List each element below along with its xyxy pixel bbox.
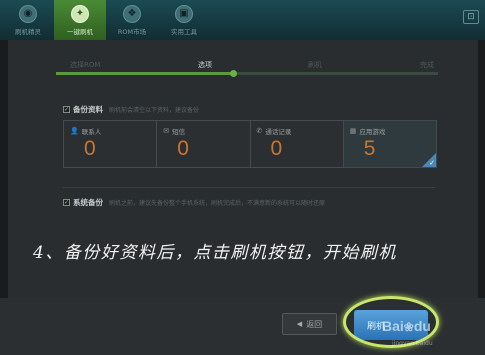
step-flash: 刷机 xyxy=(308,61,322,69)
backup-cards: 👤 联系人 0 ✉ 短信 0 ✆ 通话记录 0 ▦ 应用游戏 5 ✓ xyxy=(63,120,437,168)
card-count: 0 xyxy=(177,137,189,160)
tool-label: 一键刷机 xyxy=(67,28,93,36)
card-count: 0 xyxy=(84,137,96,160)
card-call-log[interactable]: ✆ 通话记录 0 xyxy=(251,121,344,167)
call-log-icon: ✆ xyxy=(256,127,263,135)
card-sms[interactable]: ✉ 短信 0 xyxy=(157,121,251,167)
tool-utilities[interactable]: ▣ 实用工具 xyxy=(158,0,210,40)
card-count: 5 xyxy=(363,137,376,160)
card-count: 0 xyxy=(270,137,283,160)
watermark-subtext: jingyan.baidu xyxy=(392,340,433,347)
system-backup-section: ✓ 系统备份 刷机之前，建议先备份整个手机系统，刷机完成后，不满意新的系统可以随… xyxy=(63,197,325,208)
restore-icon: ⊡ xyxy=(467,12,475,22)
step-done: 完成 xyxy=(420,61,434,69)
tool-label: ROM市场 xyxy=(117,28,147,36)
window-restore-button[interactable]: ⊡ xyxy=(463,10,479,24)
apps-icon: ▦ xyxy=(349,127,357,135)
step-options: 选项 xyxy=(198,61,212,69)
contact-icon: 👤 xyxy=(70,127,79,135)
main-panel: 选择ROM 选项 刷机 完成 ✓ 备份资料 刷机前会清空以下资料，建议备份 👤 … xyxy=(8,40,478,320)
card-apps[interactable]: ▦ 应用游戏 5 ✓ xyxy=(343,121,436,167)
tutorial-caption: 4、备份好资料后，点击刷机按钮，开始刷机 xyxy=(33,243,397,263)
card-label: 通话记录 xyxy=(265,128,292,136)
tool-flash-wizard[interactable]: ◉ 刷机精灵 xyxy=(2,0,54,40)
check-icon: ✓ xyxy=(429,159,435,167)
step-track-fill xyxy=(56,72,236,75)
tool-one-click-flash[interactable]: ✦ 一键刷机 xyxy=(54,0,106,40)
flash-icon: ✦ xyxy=(71,5,89,23)
sms-icon: ✉ xyxy=(163,127,170,135)
step-select-rom: 选择ROM xyxy=(70,61,101,69)
tools-icon: ▣ xyxy=(175,5,193,23)
tool-rom-market[interactable]: ❖ ROM市场 xyxy=(106,0,158,40)
back-button-label: 返回 xyxy=(306,319,323,329)
phone-icon: ◉ xyxy=(19,5,37,23)
system-backup-checkbox[interactable]: ✓ xyxy=(63,199,70,206)
back-arrow-icon: ◀ xyxy=(296,320,303,328)
rom-icon: ❖ xyxy=(123,5,141,23)
section-divider xyxy=(63,187,435,188)
backup-data-section: ✓ 备份资料 刷机前会清空以下资料，建议备份 xyxy=(63,104,199,115)
backup-data-title: 备份资料 xyxy=(73,105,103,114)
backup-data-description: 刷机前会清空以下资料，建议备份 xyxy=(109,107,200,114)
system-backup-title: 系统备份 xyxy=(73,198,103,207)
card-label: 短信 xyxy=(172,128,186,136)
card-contacts[interactable]: 👤 联系人 0 xyxy=(64,121,158,167)
card-label: 应用游戏 xyxy=(359,128,386,136)
tool-label: 刷机精灵 xyxy=(15,28,41,36)
current-step-marker xyxy=(230,70,237,77)
baidu-watermark: Bai❀du xyxy=(382,318,431,334)
paw-icon: ❀ xyxy=(403,320,414,334)
step-progress: 选择ROM 选项 刷机 完成 xyxy=(56,60,438,78)
top-toolbar: ◉ 刷机精灵 ✦ 一键刷机 ❖ ROM市场 ▣ 实用工具 ⊡ xyxy=(0,0,485,40)
back-button[interactable]: ◀ 返回 xyxy=(282,313,337,335)
tool-label: 实用工具 xyxy=(171,28,197,36)
system-backup-description: 刷机之前，建议先备份整个手机系统，刷机完成后，不满意新的系统可以随时还原 xyxy=(109,200,326,207)
backup-data-checkbox[interactable]: ✓ xyxy=(63,106,70,113)
card-label: 联系人 xyxy=(81,128,102,136)
